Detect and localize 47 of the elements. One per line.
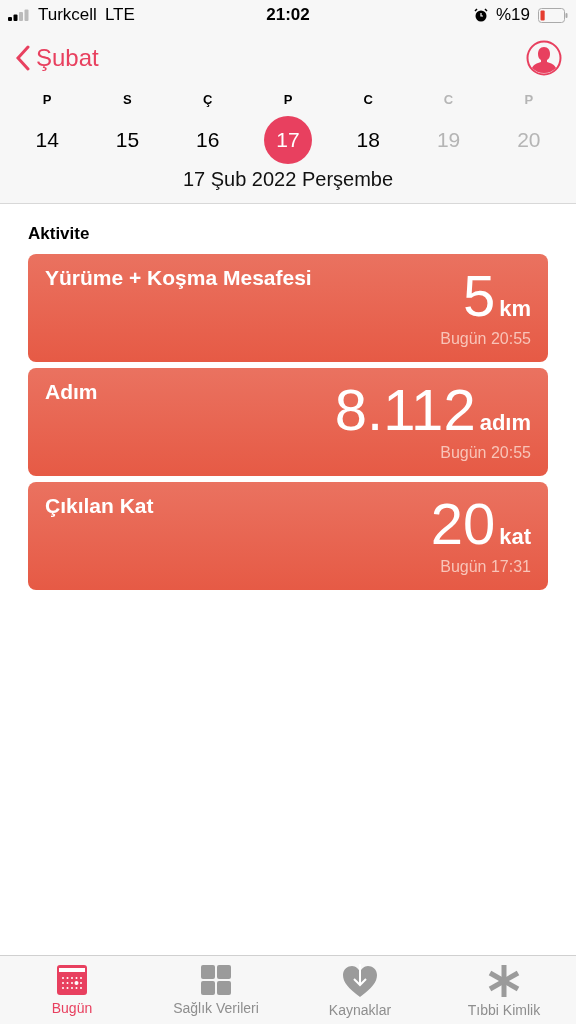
weekday-letter: P — [524, 92, 534, 108]
weekday-letter: P — [42, 92, 52, 108]
chevron-left-icon — [16, 45, 30, 71]
card-unit: adım — [479, 410, 531, 436]
carrier-name: Turkcell — [38, 5, 97, 25]
card-unit: km — [499, 296, 531, 322]
card-title: Adım — [45, 380, 98, 405]
calendar-icon — [56, 964, 88, 996]
status-time: 21:02 — [266, 5, 310, 25]
profile-icon[interactable] — [526, 40, 562, 76]
weekday-letter: C — [443, 92, 454, 108]
day-button[interactable]: 15 — [103, 116, 152, 164]
heart-download-icon — [342, 964, 378, 998]
date-label: 17 Şub 2022 Perşembe — [181, 167, 395, 192]
weekday-letter: C — [363, 92, 373, 108]
activity-card[interactable]: Adım 8.112 adım Bugün 20:55 — [28, 368, 548, 476]
card-time: Bugün 17:31 — [440, 558, 531, 576]
day-button[interactable]: 17 — [264, 116, 312, 164]
card-value: 20 — [430, 498, 496, 550]
asterisk-icon — [487, 964, 521, 998]
tab-item[interactable]: Kaynaklar — [288, 956, 432, 1024]
alarm-clock-icon — [473, 8, 488, 22]
card-title: Yürüme + Koşma Mesafesi — [45, 266, 312, 291]
card-title: Çıkılan Kat — [45, 494, 154, 519]
activity-card[interactable]: Yürüme + Koşma Mesafesi 5 km Bugün 20:55 — [28, 254, 548, 362]
card-value: 8.112 — [334, 384, 476, 436]
network-type: LTE — [104, 5, 135, 25]
day-button[interactable]: 16 — [183, 116, 232, 164]
battery-percent: %19 — [495, 5, 530, 25]
card-time: Bugün 20:55 — [440, 330, 531, 348]
day-button[interactable]: 14 — [23, 116, 72, 164]
tab-item[interactable]: Bugün — [0, 956, 144, 1024]
activity-card[interactable]: Çıkılan Kat 20 kat Bugün 17:31 — [28, 482, 548, 590]
weekday-letter: S — [123, 92, 132, 108]
grid-icon — [200, 964, 232, 996]
tab-item[interactable]: Sağlık Verileri — [144, 956, 288, 1024]
weekday-letter: Ç — [203, 92, 213, 108]
section-title: Aktivite — [28, 224, 91, 244]
card-time: Bugün 20:55 — [440, 444, 531, 462]
signal-icon — [8, 9, 30, 21]
day-button[interactable]: 18 — [344, 116, 393, 164]
tab-item[interactable]: Tıbbi Kimlik — [432, 956, 576, 1024]
card-unit: kat — [499, 524, 531, 550]
weekday-letter: P — [283, 92, 293, 108]
back-link[interactable]: Şubat — [16, 44, 99, 72]
card-value: 5 — [462, 270, 496, 322]
battery-icon — [538, 7, 568, 23]
